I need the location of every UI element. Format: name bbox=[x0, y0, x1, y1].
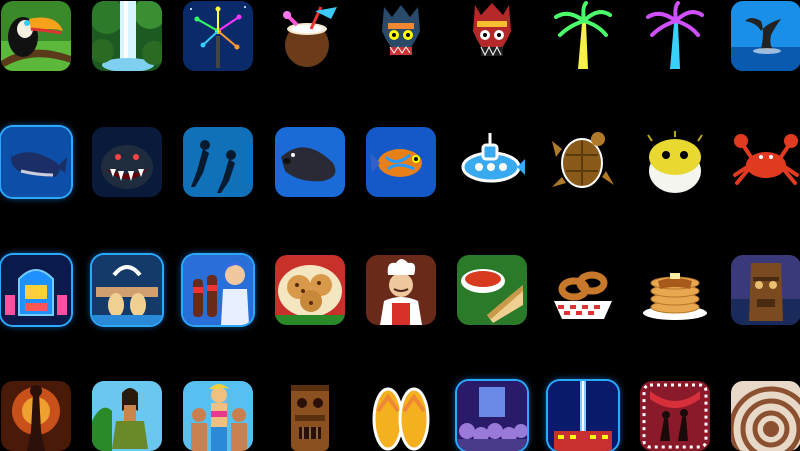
angler-fish-icon[interactable] bbox=[92, 127, 162, 197]
pufferfish-icon[interactable] bbox=[640, 127, 710, 197]
hula-dancer-icon[interactable] bbox=[92, 381, 162, 451]
soup-sandwich-icon[interactable] bbox=[457, 255, 527, 325]
whale-tail-icon[interactable] bbox=[731, 1, 800, 71]
pancakes-icon[interactable] bbox=[640, 255, 710, 325]
mandarin-fish-icon[interactable] bbox=[366, 127, 436, 197]
dome-building-icon[interactable] bbox=[731, 381, 800, 451]
diner-booth-icon[interactable] bbox=[92, 255, 162, 325]
waterfall-icon[interactable] bbox=[92, 1, 162, 71]
cookies-icon[interactable] bbox=[275, 255, 345, 325]
toucan-icon[interactable] bbox=[1, 1, 71, 71]
neon-palm-purple-icon[interactable] bbox=[640, 1, 710, 71]
beach-crowd-icon[interactable] bbox=[183, 381, 253, 451]
sea-turtle-icon[interactable] bbox=[548, 127, 618, 197]
seal-icon[interactable] bbox=[275, 127, 345, 197]
tiki-mask-red-icon[interactable] bbox=[457, 1, 527, 71]
submarine-icon[interactable] bbox=[457, 127, 527, 197]
city-tower-icon[interactable] bbox=[548, 381, 618, 451]
chef-icon[interactable] bbox=[366, 255, 436, 325]
tiki-totem-icon[interactable] bbox=[275, 381, 345, 451]
whale-icon[interactable] bbox=[1, 127, 71, 197]
icon-grid bbox=[0, 0, 800, 451]
tiki-statue-icon[interactable] bbox=[731, 255, 800, 325]
neon-palm-green-icon[interactable] bbox=[548, 1, 618, 71]
coconut-drink-icon[interactable] bbox=[275, 1, 345, 71]
crab-icon[interactable] bbox=[731, 127, 800, 197]
fire-dancer-icon[interactable] bbox=[1, 381, 71, 451]
soda-girl-icon[interactable] bbox=[183, 255, 253, 325]
scuba-divers-icon[interactable] bbox=[183, 127, 253, 197]
concert-crowd-icon[interactable] bbox=[457, 381, 527, 451]
dance-stage-icon[interactable] bbox=[640, 381, 710, 451]
tiki-mask-icon[interactable] bbox=[366, 1, 436, 71]
onion-rings-icon[interactable] bbox=[548, 255, 618, 325]
flip-flops-icon[interactable] bbox=[366, 381, 436, 451]
jukebox-icon[interactable] bbox=[1, 255, 71, 325]
fireworks-tree-icon[interactable] bbox=[183, 1, 253, 71]
